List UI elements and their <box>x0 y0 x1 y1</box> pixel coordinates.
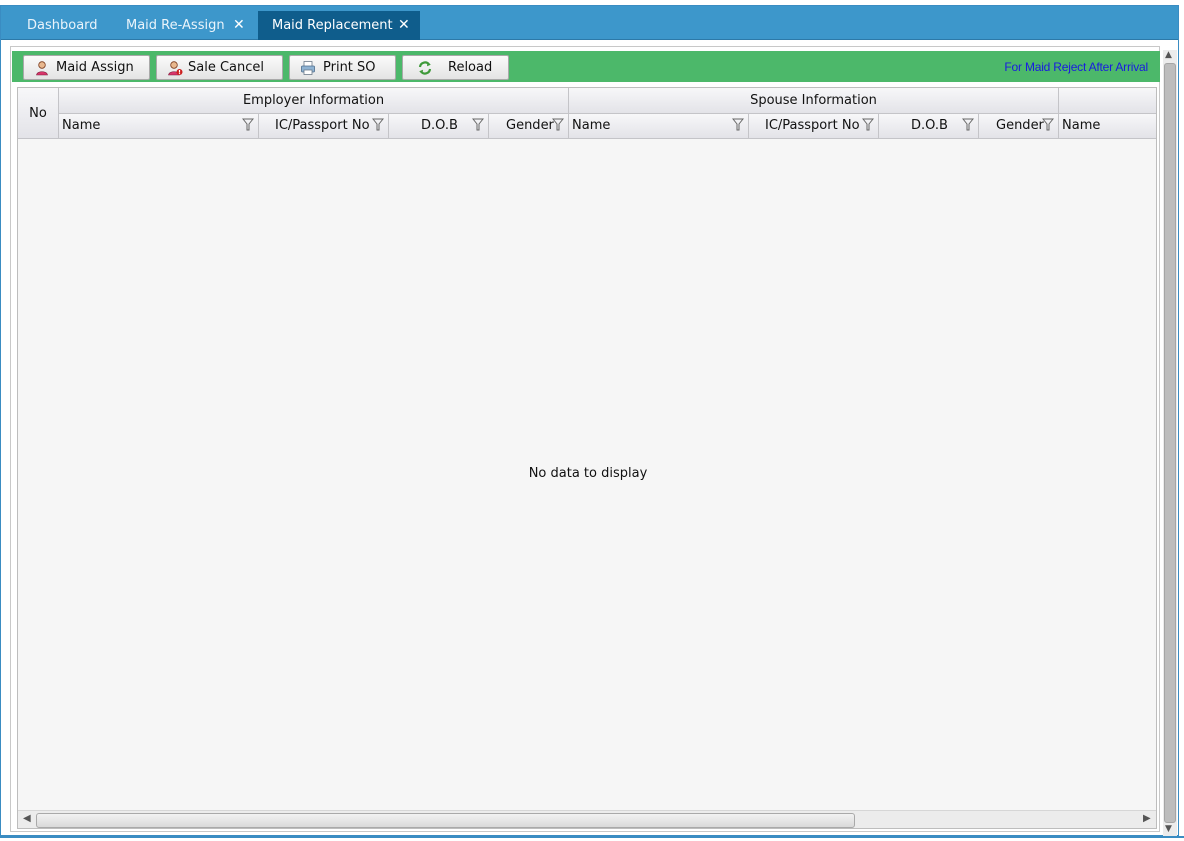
filter-icon[interactable] <box>1042 117 1054 131</box>
close-icon[interactable]: ✕ <box>233 11 245 40</box>
column-label: D.O.B <box>421 118 458 133</box>
filter-icon[interactable] <box>962 117 974 131</box>
column-header-employer-dob[interactable]: D.O.B <box>389 114 489 139</box>
filter-icon[interactable] <box>862 117 874 131</box>
button-label: Print SO <box>323 60 376 75</box>
tab-label: Dashboard <box>27 18 98 33</box>
print-so-button[interactable]: Print SO <box>289 55 396 80</box>
column-header-employer-name[interactable]: Name <box>59 114 259 139</box>
maid-assign-button[interactable]: Maid Assign <box>23 55 150 80</box>
scroll-up-icon[interactable]: ▲ <box>1165 50 1172 60</box>
column-header-employer-gender[interactable]: Gender <box>489 114 569 139</box>
horizontal-scroll-thumb[interactable] <box>36 813 855 828</box>
column-header-no[interactable]: No <box>18 88 59 139</box>
main-window: Dashboard Maid Re-Assign ✕ Maid Replacem… <box>0 5 1179 837</box>
sale-cancel-button[interactable]: Sale Cancel <box>156 55 283 80</box>
column-label: Name <box>572 118 611 133</box>
column-label: Name <box>1062 118 1101 133</box>
column-header-spouse-dob[interactable]: D.O.B <box>879 114 979 139</box>
tab-label: Maid Re-Assign <box>126 18 225 33</box>
user-icon <box>36 61 48 76</box>
column-header-spouse-name[interactable]: Name <box>569 114 749 139</box>
scroll-right-icon[interactable]: ▶ <box>1143 813 1151 824</box>
group-header-employer: Employer Information <box>59 88 569 114</box>
column-label: IC/Passport No <box>765 118 860 133</box>
reload-button[interactable]: Reload <box>402 55 509 80</box>
content-panel: Maid Assign Sale Cancel Print SO Reload … <box>10 46 1160 832</box>
group-header-extra <box>1059 88 1156 114</box>
user-cancel-icon <box>168 61 183 76</box>
tab-dashboard[interactable]: Dashboard <box>15 11 115 40</box>
horizontal-scrollbar[interactable]: ◀ ▶ <box>18 810 1156 828</box>
button-label: Maid Assign <box>56 60 134 75</box>
column-header-spouse-gender[interactable]: Gender <box>979 114 1059 139</box>
scroll-down-icon[interactable]: ▼ <box>1165 824 1172 834</box>
vertical-scrollbar[interactable]: ▲ ▼ <box>1163 50 1177 837</box>
filter-icon[interactable] <box>472 117 484 131</box>
filter-icon[interactable] <box>732 117 744 131</box>
tab-bar: Dashboard Maid Re-Assign ✕ Maid Replacem… <box>1 6 1178 40</box>
column-label: Gender <box>506 118 554 133</box>
column-header-extra-name[interactable]: Name <box>1059 114 1156 139</box>
close-icon[interactable]: ✕ <box>398 11 410 40</box>
vertical-scroll-thumb[interactable] <box>1164 63 1176 823</box>
filter-icon[interactable] <box>242 117 254 131</box>
reload-icon <box>418 61 432 75</box>
group-header-spouse: Spouse Information <box>569 88 1059 114</box>
toolbar-note: For Maid Reject After Arrival <box>1004 60 1148 74</box>
filter-icon[interactable] <box>552 117 564 131</box>
column-label: IC/Passport No <box>275 118 370 133</box>
column-label: Name <box>62 118 101 133</box>
column-label: Gender <box>996 118 1044 133</box>
tab-maid-replacement[interactable]: Maid Replacement ✕ <box>258 11 420 40</box>
tab-maid-re-assign[interactable]: Maid Re-Assign ✕ <box>114 11 257 40</box>
column-header-employer-ic[interactable]: IC/Passport No <box>259 114 389 139</box>
printer-icon <box>301 61 315 75</box>
column-header-spouse-ic[interactable]: IC/Passport No <box>749 114 879 139</box>
column-label: D.O.B <box>911 118 948 133</box>
button-label: Reload <box>448 60 493 75</box>
scroll-left-icon[interactable]: ◀ <box>23 813 31 824</box>
empty-message: No data to display <box>528 466 648 481</box>
tab-label: Maid Replacement <box>272 18 393 33</box>
data-grid: No Employer Information Spouse Informati… <box>17 87 1157 829</box>
action-toolbar: Maid Assign Sale Cancel Print SO Reload … <box>12 51 1160 82</box>
filter-icon[interactable] <box>372 117 384 131</box>
button-label: Sale Cancel <box>188 60 265 75</box>
bottom-border <box>0 836 1184 841</box>
